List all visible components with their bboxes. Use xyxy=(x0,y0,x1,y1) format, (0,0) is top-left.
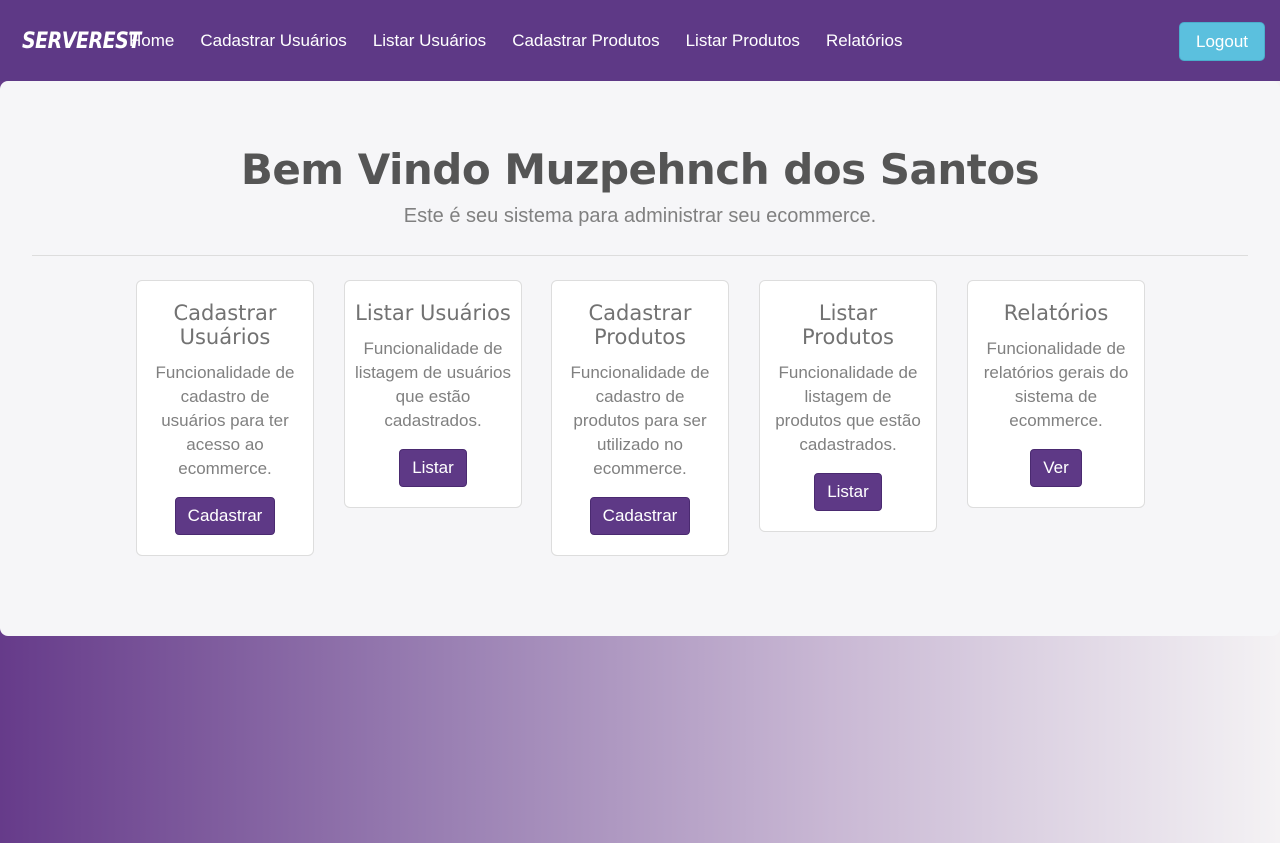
serverest-logo[interactable]: SERVEREST xyxy=(22,28,141,53)
listar-usuarios-button[interactable]: Listar xyxy=(399,449,467,487)
logout-button[interactable]: Logout xyxy=(1179,22,1265,61)
card-title: Relatórios xyxy=(1003,301,1109,325)
card-title: Cadastrar Produtos xyxy=(588,301,692,349)
nav-link-relatorios[interactable]: Relatórios xyxy=(813,30,916,52)
card-title: Listar Produtos xyxy=(802,301,894,349)
card-listar-produtos: Listar Produtos Funcionalidade de listag… xyxy=(759,280,937,532)
nav-link-listar-produtos[interactable]: Listar Produtos xyxy=(673,30,813,52)
card-text: Funcionalidade de cadastro de usuários p… xyxy=(155,363,295,478)
listar-produtos-button[interactable]: Listar xyxy=(814,473,882,511)
card-listar-usuarios: Listar Usuários Funcionalidade de listag… xyxy=(344,280,522,508)
main-panel: Bem Vindo Muzpehnch dos Santos Este é se… xyxy=(0,81,1280,636)
nav-link-listar-usuarios[interactable]: Listar Usuários xyxy=(360,30,499,52)
card-text: Funcionalidade de listagem de produtos q… xyxy=(775,363,921,454)
card-cadastrar-usuarios: Cadastrar Usuários Funcionalidade de cad… xyxy=(136,280,314,556)
divider xyxy=(32,255,1248,256)
nav-link-cadastrar-usuarios[interactable]: Cadastrar Usuários xyxy=(187,30,359,52)
cadastrar-usuarios-button[interactable]: Cadastrar xyxy=(174,497,276,535)
card-text: Funcionalidade de relatórios gerais do s… xyxy=(983,339,1129,430)
ver-relatorios-button[interactable]: Ver xyxy=(1030,449,1082,487)
page-title: Bem Vindo Muzpehnch dos Santos xyxy=(240,145,1040,194)
card-cadastrar-produtos: Cadastrar Produtos Funcionalidade de cad… xyxy=(551,280,729,556)
cadastrar-produtos-button[interactable]: Cadastrar xyxy=(589,497,691,535)
page-subtitle: Este é seu sistema para administrar seu … xyxy=(403,205,877,227)
nav-links: Home Cadastrar Usuários Listar Usuários … xyxy=(116,30,915,52)
card-relatorios: Relatórios Funcionalidade de relatórios … xyxy=(967,280,1145,508)
card-title: Listar Usuários xyxy=(355,301,511,325)
top-navbar: SERVEREST Home Cadastrar Usuários Listar… xyxy=(0,0,1280,81)
nav-link-cadastrar-produtos[interactable]: Cadastrar Produtos xyxy=(499,30,672,52)
card-text: Funcionalidade de cadastro de produtos p… xyxy=(570,363,710,478)
card-title: Cadastrar Usuários xyxy=(173,301,277,349)
card-text: Funcionalidade de listagem de usuários q… xyxy=(355,339,511,430)
